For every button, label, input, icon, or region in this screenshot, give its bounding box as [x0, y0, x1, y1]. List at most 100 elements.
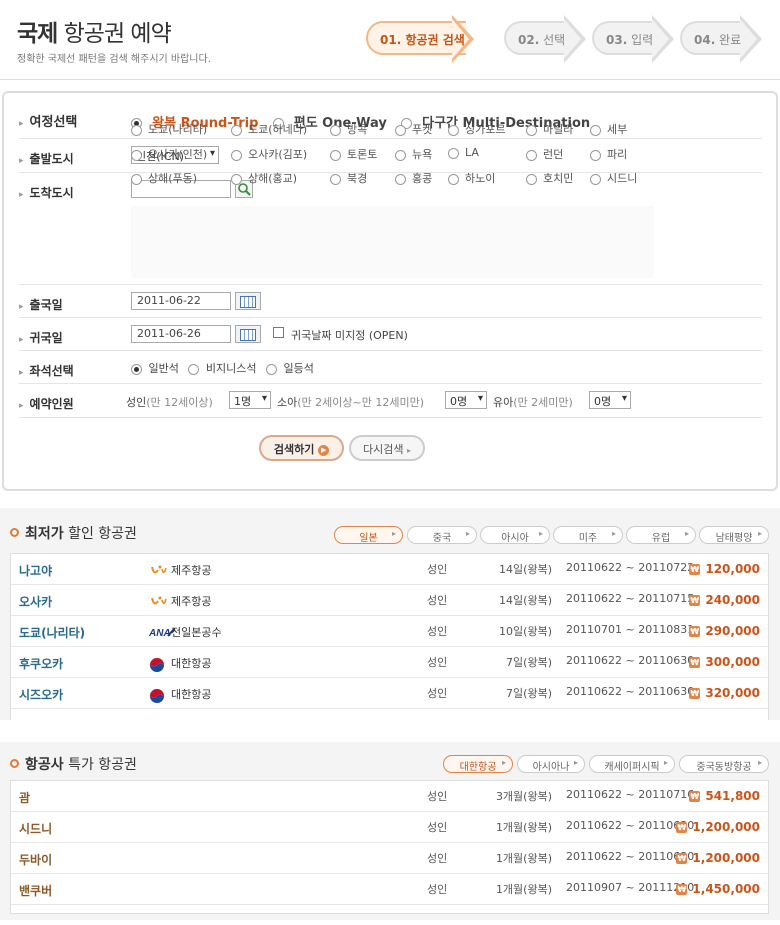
city-option[interactable]: 홍콩 [395, 170, 432, 186]
destination-city[interactable]: 시즈오카 [19, 686, 63, 703]
open-return-label[interactable]: 귀국날짜 미지정 (OPEN) [291, 327, 408, 343]
tab-china-eastern[interactable]: 중국동방항공 [679, 755, 769, 773]
depart-date-input[interactable]: 2011-06-22 [131, 292, 231, 310]
city-radio[interactable] [231, 173, 242, 185]
city-option[interactable]: 토론토 [330, 146, 377, 162]
open-return-checkbox[interactable] [273, 327, 284, 338]
table-row[interactable]: 후쿠오카 대한항공 성인 7일(왕복) 20110622 ~ 20110630 ₩300,… [11, 647, 768, 678]
first-class-label[interactable]: 일등석 [283, 362, 313, 375]
city-label[interactable]: 토론토 [347, 148, 377, 161]
city-radio[interactable] [131, 149, 142, 161]
tab-europe[interactable]: 유럽 [626, 526, 696, 544]
city-label[interactable]: 호치민 [543, 172, 573, 185]
city-label[interactable]: 싱가포르 [465, 123, 505, 136]
city-option[interactable]: 방콕 [330, 121, 367, 137]
destination-city[interactable]: 나고야 [19, 562, 52, 579]
search-button[interactable]: 검색하기 ▶ [259, 435, 344, 461]
destination-city[interactable]: 도쿄(나리타) [19, 624, 85, 641]
destination-city[interactable]: 후쿠오카 [19, 655, 63, 672]
city-option[interactable]: 세부 [590, 121, 627, 137]
city-radio[interactable] [330, 173, 341, 185]
child-count-select[interactable]: 0명 [445, 391, 487, 409]
infant-count-select[interactable]: 0명 [589, 391, 631, 409]
city-radio[interactable] [448, 173, 459, 185]
table-row[interactable]: 나고야 제주항공 성인 14일(왕복) 20110622 ~ 20110722 ₩120,… [11, 554, 768, 585]
city-option[interactable]: 호치민 [526, 170, 573, 186]
city-label[interactable]: 푸켓 [412, 123, 432, 136]
city-label[interactable]: 런던 [543, 148, 563, 161]
city-label[interactable]: 상해(푸동) [148, 172, 197, 185]
city-option[interactable]: 뉴욕 [395, 146, 432, 162]
city-label[interactable]: 하노이 [465, 172, 495, 185]
city-radio[interactable] [395, 149, 406, 161]
table-row[interactable]: 시드니 성인 1개월(왕복) 20110622 ~ 20110630 ₩1,200,00… [11, 812, 768, 843]
tab-japan[interactable]: 일본 [334, 526, 403, 544]
tab-korean-air[interactable]: 대한항공 [443, 755, 513, 773]
city-option[interactable]: 런던 [526, 146, 563, 162]
destination-city[interactable]: 오사카 [19, 593, 52, 610]
table-row[interactable]: 도쿄(나리타) ANA 전일본공수 성인 10일(왕복) 20110701 ~ 20110… [11, 616, 768, 647]
city-radio[interactable] [330, 124, 341, 136]
city-option[interactable]: 마닐라 [526, 121, 573, 137]
first-class-radio[interactable] [265, 363, 277, 375]
city-radio[interactable] [395, 124, 406, 136]
city-radio[interactable] [448, 147, 459, 159]
tab-cathay-pacific[interactable]: 캐세이퍼시픽 [589, 755, 675, 773]
city-label[interactable]: 도쿄(나리타) [148, 123, 207, 136]
reset-search-button[interactable]: 다시검색 ▸ [349, 435, 425, 461]
return-date-input[interactable]: 2011-06-26 [131, 325, 231, 343]
table-row[interactable]: 오사카 제주항공 성인 14일(왕복) 20110622 ~ 20110715 ₩240,… [11, 585, 768, 616]
table-row[interactable]: 밴쿠버 성인 1개월(왕복) 20110907 ~ 20111210 ₩1,450,00… [11, 874, 768, 905]
destination-city[interactable]: 두바이 [19, 851, 52, 868]
tab-asiana[interactable]: 아시아나 [517, 755, 585, 773]
city-option[interactable]: 싱가포르 [448, 121, 505, 137]
city-option[interactable]: 북경 [330, 170, 367, 186]
city-radio[interactable] [526, 173, 537, 185]
city-option[interactable]: 파리 [590, 146, 627, 162]
city-label[interactable]: 파리 [607, 148, 627, 161]
city-label[interactable]: 북경 [347, 172, 367, 185]
destination-city[interactable]: 밴쿠버 [19, 882, 52, 899]
city-option[interactable]: 하노이 [448, 170, 495, 186]
city-option[interactable]: 시드니 [590, 170, 637, 186]
city-label[interactable]: 시드니 [607, 172, 637, 185]
city-radio[interactable] [131, 173, 142, 185]
city-option[interactable]: 오사카(김포) [231, 146, 307, 162]
city-label[interactable]: 상해(홍교) [248, 172, 297, 185]
city-option[interactable]: 상해(푸동) [131, 170, 197, 186]
economy-label[interactable]: 일반석 [149, 362, 179, 375]
city-radio[interactable] [330, 149, 341, 161]
city-radio[interactable] [590, 124, 601, 136]
city-radio[interactable] [131, 124, 142, 136]
calendar-icon[interactable] [235, 325, 261, 343]
city-radio[interactable] [448, 124, 459, 136]
city-radio[interactable] [590, 173, 601, 185]
city-label[interactable]: 마닐라 [543, 123, 573, 136]
city-label[interactable]: 뉴욕 [412, 148, 432, 161]
city-label[interactable]: 세부 [607, 123, 627, 136]
tab-china[interactable]: 중국 [407, 526, 477, 544]
city-option[interactable]: 오사카(인천) [131, 146, 207, 162]
destination-city[interactable]: 시드니 [19, 820, 52, 837]
tab-america[interactable]: 미주 [553, 526, 623, 544]
business-radio[interactable] [188, 363, 200, 375]
destination-city[interactable]: 괌 [19, 789, 30, 806]
table-row[interactable]: 괌 성인 3개월(왕복) 20110622 ~ 20110716 ₩541,800 [11, 781, 768, 812]
city-label[interactable]: 홍콩 [412, 172, 432, 185]
city-radio[interactable] [526, 149, 537, 161]
city-label[interactable]: 도쿄(하네다) [248, 123, 307, 136]
tab-asia[interactable]: 아시아 [480, 526, 550, 544]
business-label[interactable]: 비지니스석 [206, 362, 257, 375]
city-option[interactable]: LA [448, 146, 479, 159]
city-label[interactable]: 오사카(인천) [148, 148, 207, 161]
table-row[interactable]: 시즈오카 대한항공 성인 7일(왕복) 20110622 ~ 20110630 ₩320,… [11, 678, 768, 709]
city-label[interactable]: LA [465, 146, 479, 159]
city-radio[interactable] [526, 124, 537, 136]
city-option[interactable]: 도쿄(하네다) [231, 121, 307, 137]
city-label[interactable]: 오사카(김포) [248, 148, 307, 161]
city-radio[interactable] [395, 173, 406, 185]
city-radio[interactable] [590, 149, 601, 161]
table-row[interactable]: 두바이 성인 1개월(왕복) 20110622 ~ 20110630 ₩1,200,00… [11, 843, 768, 874]
city-radio[interactable] [231, 149, 242, 161]
adult-count-select[interactable]: 1명 [229, 391, 271, 409]
